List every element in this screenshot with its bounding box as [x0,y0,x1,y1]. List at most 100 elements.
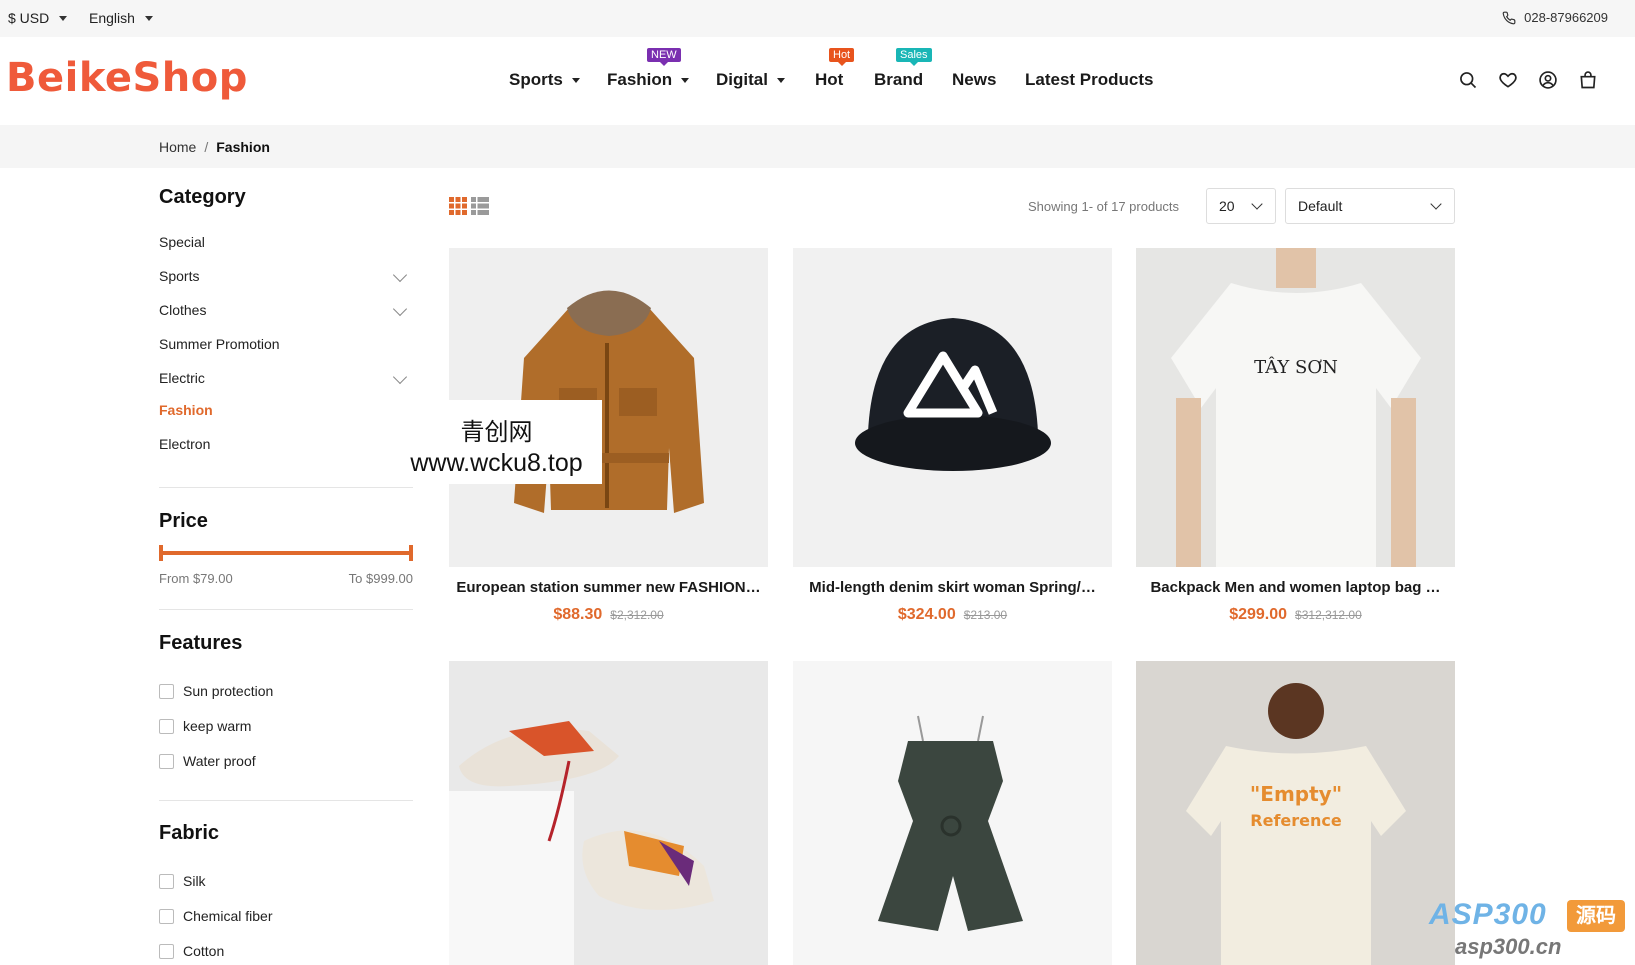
watermark-overlay: 青创网 www.wcku8.top [391,400,602,484]
cart-icon[interactable] [1578,70,1598,90]
price-range-slider[interactable] [159,545,413,561]
nav-item-sports[interactable]: Sports [509,70,580,90]
feature-option[interactable]: Water proof [159,753,256,769]
checkbox[interactable] [159,943,174,959]
heart-icon[interactable] [1498,70,1518,90]
product-name[interactable]: Backpack Men and women laptop bag … [1136,579,1455,596]
checkbox[interactable] [159,683,174,699]
feature-label: keep warm [183,718,252,734]
breadcrumb-current: Fashion [216,139,270,155]
price-min-handle[interactable] [159,545,163,561]
category-item-fashion[interactable]: Fashion [159,402,413,418]
category-item-sports[interactable]: Sports [159,267,413,284]
nav-label: Fashion [607,70,673,89]
fabric-option[interactable]: Cotton [159,943,224,959]
price-title: Price [159,510,208,532]
category-title: Category [159,186,246,208]
feature-option[interactable]: Sun protection [159,683,273,699]
product-card[interactable] [449,661,768,965]
category-item-special[interactable]: Special [159,234,413,250]
checkbox[interactable] [159,873,174,889]
currency-label: $ USD [8,10,50,26]
price-max-handle[interactable] [409,545,413,561]
fabric-option[interactable]: Silk [159,873,206,889]
currency-select[interactable]: $ USD [8,10,68,26]
product-image[interactable] [449,661,768,965]
account-icon[interactable] [1538,70,1558,90]
chevron-down-icon[interactable] [392,267,408,283]
nav-label: Digital [716,70,768,89]
category-label: Special [159,234,205,250]
product-image[interactable]: TÂY SƠN [1136,248,1455,567]
nav-item-digital[interactable]: Digital [716,70,785,90]
fabric-label: Silk [183,873,206,889]
product-name[interactable]: Mid-length denim skirt woman Spring/… [793,579,1112,596]
phone-icon [1502,11,1516,24]
cap-image [855,318,1051,471]
phone-number: 028-87966209 [1524,10,1608,25]
chevron-down-icon [571,77,580,83]
nav-label: Hot [815,70,844,89]
checkbox[interactable] [159,718,174,734]
product-image[interactable]: "Empty" Reference [1136,661,1455,965]
fabric-label: Cotton [183,943,225,959]
language-select[interactable]: English [89,10,153,26]
price-from: From $79.00 [159,571,233,586]
sales-badge: Sales [896,48,932,66]
top-bar: $ USD English 028-87966209 [0,0,1635,37]
chevron-down-icon[interactable] [392,369,408,385]
product-name[interactable]: European station summer new FASHION… [449,579,768,596]
nav-item-news[interactable]: News [952,70,996,90]
original-price: $213.00 [963,608,1008,622]
list-view-icon[interactable] [471,197,489,220]
breadcrumb: Home / Fashion [159,139,270,155]
fabric-title: Fabric [159,822,220,844]
nav-item-brand[interactable]: Sales Brand [874,48,932,90]
feature-option[interactable]: keep warm [159,718,251,734]
sort-value: Default [1298,198,1343,214]
view-toggle [449,197,489,220]
nav-item-latest-products[interactable]: Latest Products [1025,70,1153,90]
category-item-summer-promotion[interactable]: Summer Promotion [159,336,413,352]
checkbox[interactable] [159,753,174,769]
breadcrumb-bar: Home / Fashion [0,125,1635,168]
watermark-logo: ASP300 源码 asp300.cn [1429,898,1627,960]
per-page-select[interactable]: 20 [1206,188,1276,224]
category-item-clothes[interactable]: Clothes [159,301,413,318]
fabric-option[interactable]: Chemical fiber [159,908,272,924]
chevron-down-icon [59,15,68,21]
divider [159,609,413,610]
chevron-down-icon[interactable] [392,301,408,317]
search-icon[interactable] [1458,70,1478,90]
product-price: $299.00 $312,312.00 [1136,606,1455,624]
product-image[interactable] [793,661,1112,965]
product-image[interactable] [793,248,1112,567]
hot-badge: Hot [829,48,855,66]
category-label: Summer Promotion [159,336,280,352]
product-card[interactable]: Mid-length denim skirt woman Spring/… $3… [793,248,1112,624]
divider [159,487,413,488]
chevron-down-icon [144,15,153,21]
watermark-logo-text: ASP300 [1429,898,1547,931]
nav-item-fashion[interactable]: NEW Fashion [607,48,690,90]
feature-label: Sun protection [183,683,274,699]
checkbox[interactable] [159,908,174,924]
breadcrumb-separator: / [204,139,209,155]
nav-item-hot[interactable]: Hot Hot [815,48,855,90]
watermark-line-2: www.wcku8.top [410,449,583,477]
grid-view-icon[interactable] [449,197,467,220]
product-card[interactable] [793,661,1112,965]
features-title: Features [159,632,243,654]
category-item-electron[interactable]: Electron [159,436,413,452]
product-card[interactable]: "Empty" Reference [1136,661,1455,965]
category-label: Electron [159,436,211,452]
original-price: $312,312.00 [1295,608,1362,622]
site-logo[interactable]: BeikeShop [6,55,248,101]
current-price: $324.00 [897,606,956,623]
per-page-value: 20 [1219,198,1235,214]
sort-select[interactable]: Default [1285,188,1455,224]
breadcrumb-home[interactable]: Home [159,139,196,155]
chevron-down-icon [681,77,690,83]
product-card[interactable]: TÂY SƠN Backpack Men and women laptop ba… [1136,248,1455,624]
category-item-electric[interactable]: Electric [159,369,413,386]
